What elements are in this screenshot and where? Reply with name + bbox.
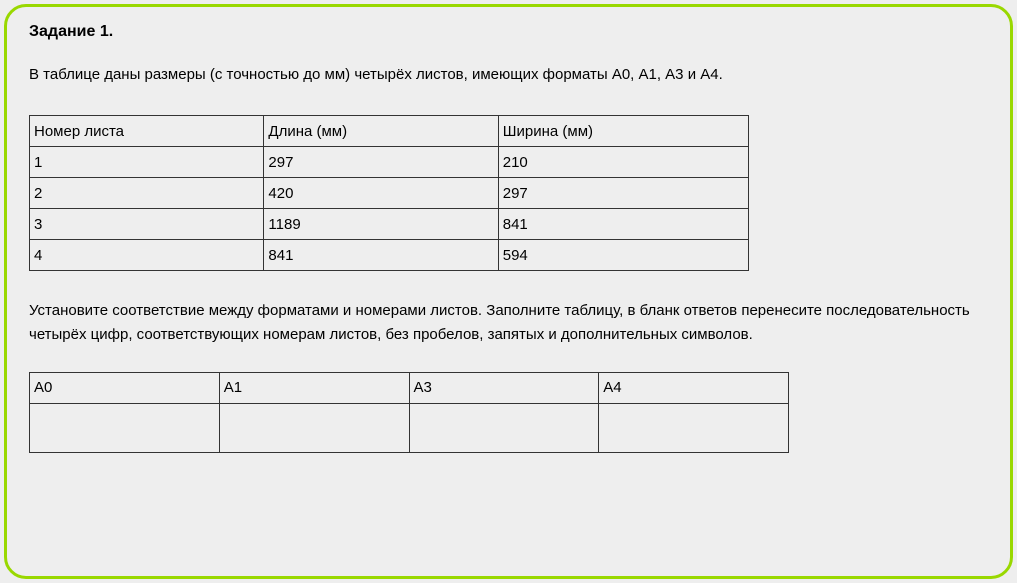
answer-header-a3: А3 (409, 372, 599, 403)
answer-header-a1: А1 (219, 372, 409, 403)
table-row: 2 420 297 (30, 178, 749, 209)
answer-table: А0 А1 А3 А4 (29, 372, 789, 453)
table-row: 1 297 210 (30, 147, 749, 178)
task-title: Задание 1. (29, 23, 988, 41)
col-length: Длина (мм) (264, 116, 498, 147)
answer-cell (219, 403, 409, 452)
answer-cell (599, 403, 789, 452)
intro-text: В таблице даны размеры (с точностью до м… (29, 65, 988, 85)
task-card: Задание 1. В таблице даны размеры (с точ… (4, 4, 1013, 579)
col-sheet-number: Номер листа (30, 116, 264, 147)
col-width: Ширина (мм) (498, 116, 748, 147)
instructions-text: Установите соответствие между форматами … (29, 299, 988, 346)
table-row: 3 1189 841 (30, 209, 749, 240)
table-row: А0 А1 А3 А4 (30, 372, 789, 403)
table-row (30, 403, 789, 452)
sizes-table: Номер листа Длина (мм) Ширина (мм) 1 297… (29, 115, 749, 271)
answer-header-a4: А4 (599, 372, 789, 403)
answer-cell (409, 403, 599, 452)
table-row: 4 841 594 (30, 240, 749, 271)
answer-cell (30, 403, 220, 452)
answer-header-a0: А0 (30, 372, 220, 403)
table-row: Номер листа Длина (мм) Ширина (мм) (30, 116, 749, 147)
